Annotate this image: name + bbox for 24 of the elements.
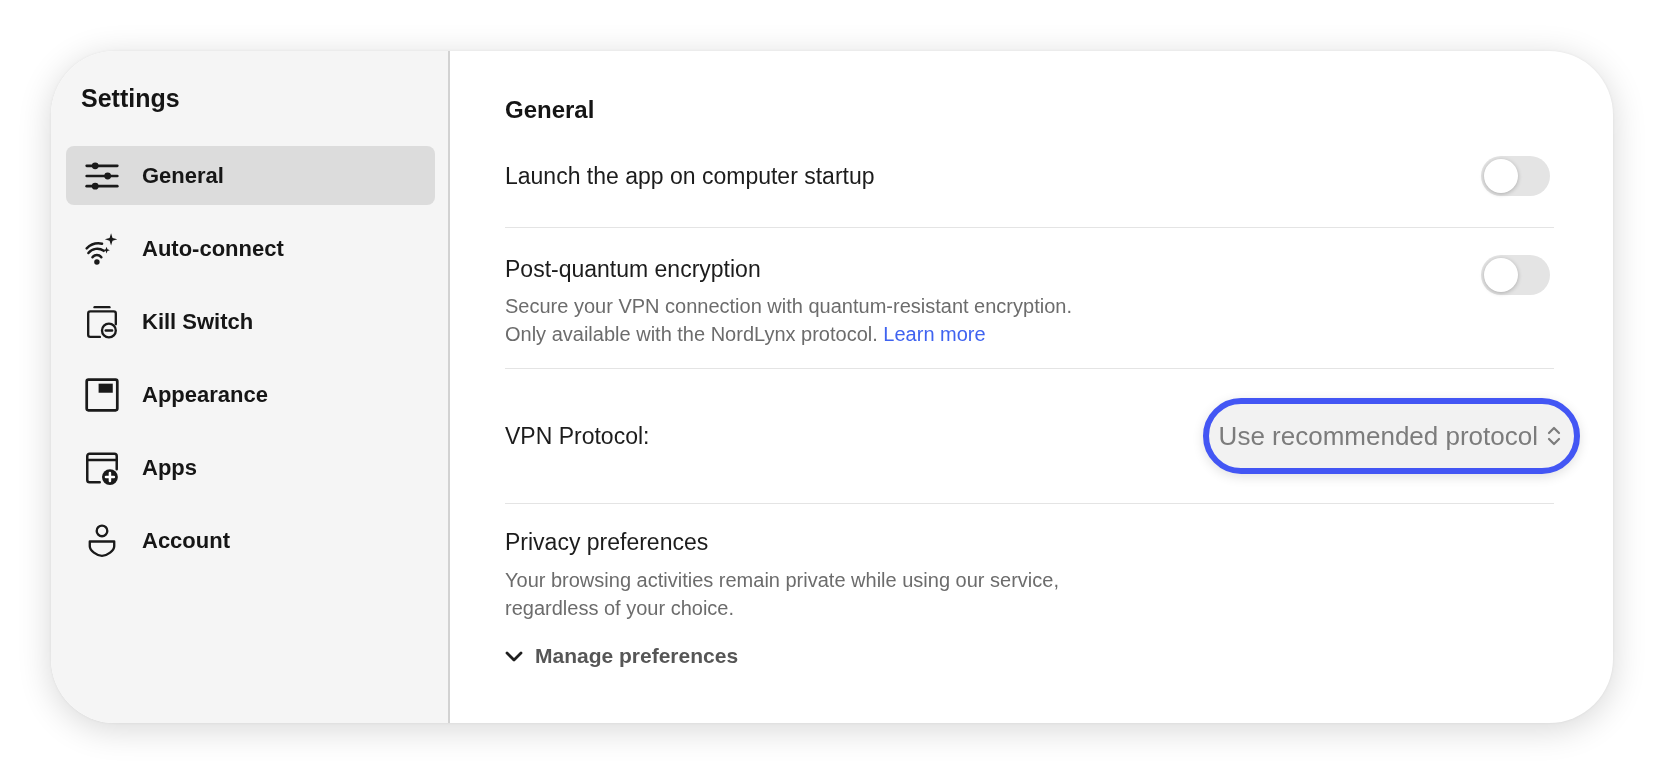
window-plus-icon xyxy=(85,450,119,485)
sidebar-item[interactable]: General xyxy=(66,146,435,205)
learn-more-link[interactable]: Learn more xyxy=(883,322,986,345)
setting-label: Post-quantum encryption xyxy=(505,255,761,283)
setting-label: VPN Protocol: xyxy=(505,422,650,450)
setting-label: Privacy preferences xyxy=(505,528,709,556)
sidebar-item[interactable]: Kill Switch xyxy=(66,292,435,351)
sidebar-item[interactable]: Account xyxy=(66,511,435,570)
setting-label: Launch the app on computer startup xyxy=(505,162,875,190)
toggle-switch[interactable] xyxy=(1481,156,1550,196)
setting-description: Secure your VPN connection with quantum-resistant encryption. Only available with the NordLynx protocol. Learn more xyxy=(505,294,1072,347)
chevron-updown-icon xyxy=(1546,424,1562,448)
setting-description: Your browsing activities remain private while using our service, regardless of your choice. xyxy=(505,568,1059,621)
window-minus-icon xyxy=(85,304,119,339)
disclosure-button[interactable]: Manage preferences xyxy=(505,643,739,669)
toggle-switch[interactable] xyxy=(1481,255,1550,295)
sidebar-item[interactable]: Apps xyxy=(66,438,435,497)
section-title: General xyxy=(505,95,595,125)
protocol-select[interactable]: Use recommended protocol xyxy=(1202,398,1580,474)
window-layout-icon xyxy=(85,377,119,412)
chevron-down-icon xyxy=(505,650,523,662)
sidebar-item[interactable]: Auto-connect xyxy=(66,219,435,278)
sidebar-item[interactable]: Appearance xyxy=(66,365,435,424)
sidebar-title: Settings xyxy=(81,83,180,113)
